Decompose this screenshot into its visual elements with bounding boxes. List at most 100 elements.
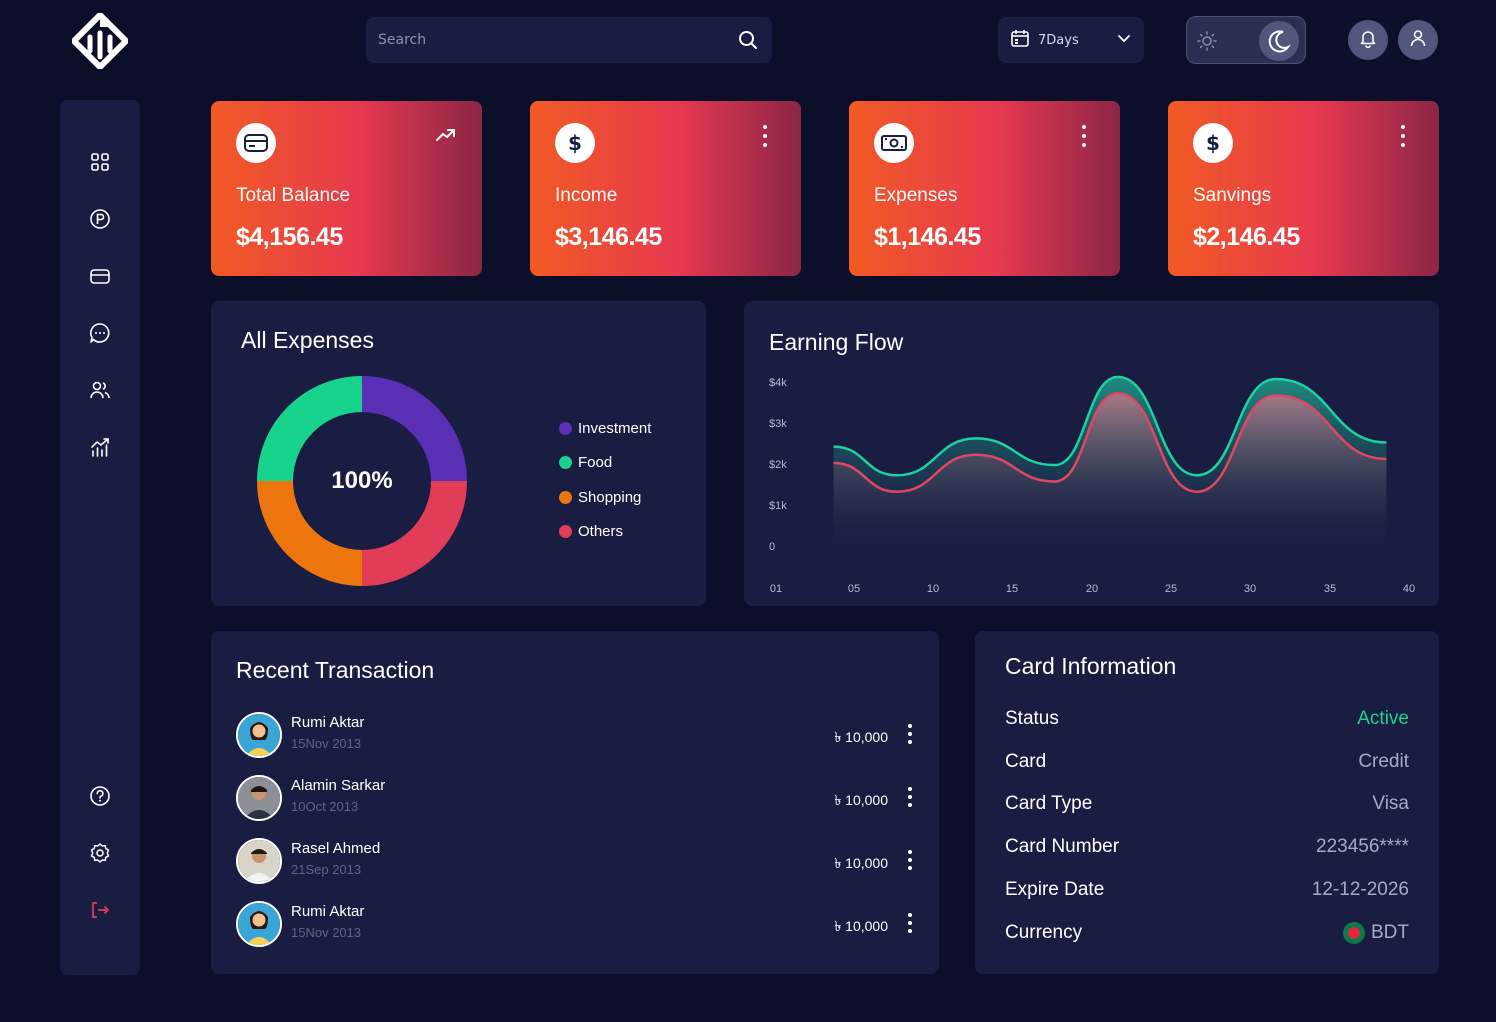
svg-text:$: $ <box>1206 131 1220 155</box>
legend-dot <box>559 491 572 504</box>
x-tick-label: 15 <box>1006 583 1018 595</box>
legend-item: Food <box>559 454 612 471</box>
chevron-down-icon <box>1116 30 1132 50</box>
parking-icon[interactable] <box>88 207 112 231</box>
search-icon[interactable] <box>736 28 760 52</box>
avatar <box>236 901 282 947</box>
stat-card-income[interactable]: $ Income $3,146.45 <box>530 101 801 276</box>
transaction-row[interactable]: Rumi Aktar 15Nov 2013 ৳ 10,000 <box>236 901 916 949</box>
credit-card-icon <box>236 123 276 163</box>
donut-segment-investment <box>362 376 467 481</box>
analytics-icon[interactable] <box>88 435 112 459</box>
logout-icon[interactable] <box>88 898 112 922</box>
legend-label: Food <box>578 454 613 471</box>
info-key: Expire Date <box>1005 879 1105 900</box>
transaction-name: Rumi Aktar <box>291 714 365 731</box>
user-icon <box>1408 28 1428 52</box>
dollar-icon: $ <box>1193 123 1233 163</box>
donut-center-label: 100% <box>331 467 393 494</box>
stat-value: $2,146.45 <box>1193 223 1300 251</box>
info-row-status: Status Active <box>1005 708 1409 734</box>
info-key: Currency <box>1005 922 1083 943</box>
status-badge: Active <box>1357 708 1409 729</box>
x-tick-label: 01 <box>770 583 782 595</box>
x-tick-label: 30 <box>1244 583 1256 595</box>
y-tick-label: 0 <box>769 541 775 553</box>
y-tick-label: $3k <box>769 418 787 430</box>
dashboard-icon[interactable] <box>88 150 112 174</box>
info-row-expire-date: Expire Date 12-12-2026 <box>1005 879 1409 905</box>
avatar <box>236 775 282 821</box>
earning-flow-panel: Earning Flow $4k $3k $2k $1k 0 01 05 10 15 20 25 3… <box>744 301 1439 606</box>
transaction-row[interactable]: Alamin Sarkar 10Oct 2013 ৳ 10,000 <box>236 775 916 823</box>
logo-icon <box>69 10 131 72</box>
info-value: 223456**** <box>1316 836 1409 857</box>
settings-icon[interactable] <box>88 841 112 865</box>
chat-icon[interactable] <box>88 321 112 345</box>
transaction-name: Rasel Ahmed <box>291 840 381 857</box>
help-icon[interactable] <box>88 784 112 808</box>
row-menu-button[interactable] <box>904 724 916 744</box>
transaction-row[interactable]: Rumi Aktar 15Nov 2013 ৳ 10,000 <box>236 712 916 760</box>
legend-label: Investment <box>578 420 652 437</box>
row-menu-button[interactable] <box>904 787 916 807</box>
brand-logo[interactable] <box>69 10 131 72</box>
row-menu-button[interactable] <box>904 913 916 933</box>
card-menu-button[interactable] <box>1078 125 1090 147</box>
legend-dot <box>559 422 572 435</box>
stat-value: $4,156.45 <box>236 223 343 251</box>
bangladesh-flag-icon <box>1343 922 1365 944</box>
notifications-button[interactable] <box>1348 20 1388 60</box>
panel-title: Card Information <box>1005 653 1177 679</box>
x-tick-label: 20 <box>1086 583 1098 595</box>
transaction-name: Alamin Sarkar <box>291 777 386 794</box>
sidebar <box>60 100 140 975</box>
info-value: 12-12-2026 <box>1311 879 1409 900</box>
info-row-currency: Currency BDT <box>1005 922 1409 948</box>
x-tick-label: 35 <box>1324 583 1336 595</box>
transaction-date: 10Oct 2013 <box>291 799 359 814</box>
donut-segment-shopping <box>257 481 362 586</box>
info-key: Card <box>1005 751 1047 772</box>
theme-toggle[interactable] <box>1186 16 1306 64</box>
series-area-1 <box>833 393 1387 545</box>
card-information-panel: Card Information Status Active Card Cred… <box>975 631 1439 974</box>
info-row-card-type: Card Type Visa <box>1005 793 1409 819</box>
sun-icon[interactable] <box>1195 29 1219 53</box>
transaction-name: Rumi Aktar <box>291 903 365 920</box>
search-input[interactable] <box>378 32 736 48</box>
panel-title: Recent Transaction <box>236 657 435 683</box>
recent-transactions-panel: Recent Transaction Rumi Aktar 15Nov 2013… <box>211 631 939 974</box>
row-menu-button[interactable] <box>904 850 916 870</box>
users-icon[interactable] <box>88 378 112 402</box>
x-tick-label: 05 <box>848 583 860 595</box>
stat-card-expenses[interactable]: Expenses $1,146.45 <box>849 101 1120 276</box>
info-key: Status <box>1005 708 1059 729</box>
transaction-date: 21Sep 2013 <box>291 862 362 877</box>
period-label: 7Days <box>1038 32 1079 48</box>
transaction-amount: ৳ 10,000 <box>834 855 888 871</box>
info-key: Card Number <box>1005 836 1120 857</box>
stat-card-total-balance[interactable]: Total Balance $4,156.45 <box>211 101 482 276</box>
legend-dot <box>559 525 572 538</box>
stat-card-savings[interactable]: $ Sanvings $2,146.45 <box>1168 101 1439 276</box>
transaction-date: 15Nov 2013 <box>291 736 362 751</box>
profile-button[interactable] <box>1398 20 1438 60</box>
stat-title: Total Balance <box>236 185 351 206</box>
x-tick-label: 10 <box>927 583 939 595</box>
avatar <box>236 838 282 884</box>
card-icon[interactable] <box>88 264 112 288</box>
search-bar[interactable] <box>366 17 772 63</box>
transaction-date: 15Nov 2013 <box>291 925 362 940</box>
card-menu-button[interactable] <box>1397 125 1409 147</box>
transaction-row[interactable]: Rasel Ahmed 21Sep 2013 ৳ 10,000 <box>236 838 916 886</box>
legend-item: Others <box>559 523 623 540</box>
moon-icon[interactable] <box>1259 21 1299 61</box>
transaction-amount: ৳ 10,000 <box>834 792 888 808</box>
card-menu-button[interactable] <box>759 125 771 147</box>
info-row-card: Card Credit <box>1005 751 1409 777</box>
calendar-icon <box>1010 28 1030 52</box>
stat-value: $1,146.45 <box>874 223 981 251</box>
period-select[interactable]: 7Days <box>998 17 1144 63</box>
bell-icon <box>1358 28 1378 52</box>
